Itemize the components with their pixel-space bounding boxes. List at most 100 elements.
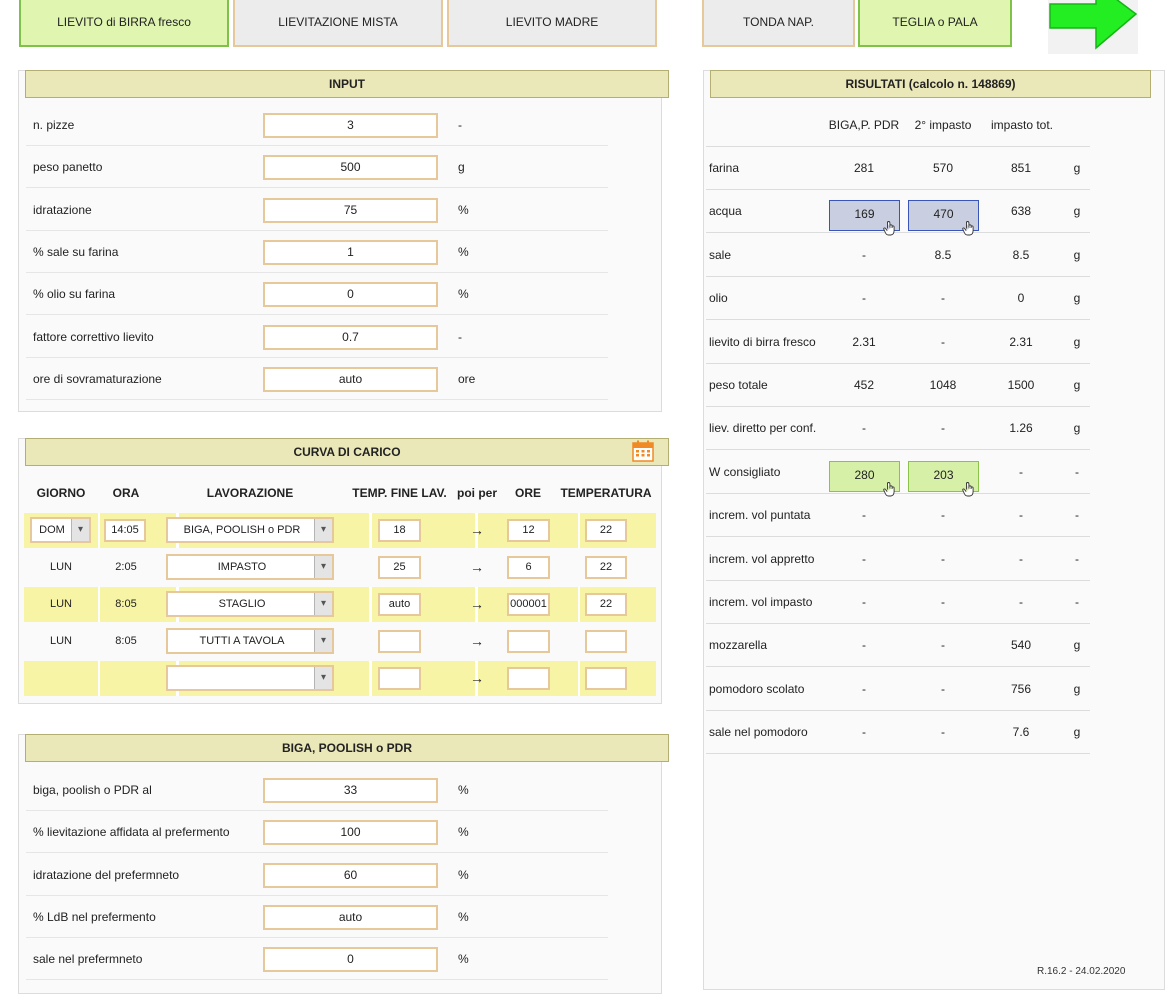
lavorazione-select[interactable]: ▾ xyxy=(166,665,334,691)
curva-row: DOM ▾ 14:05 BIGA, POOLISH o PDR ▾ 18 → 12 22 xyxy=(24,513,656,548)
result-row: increm. vol impasto - - - - xyxy=(706,581,1090,624)
result-biga-value: - xyxy=(862,551,866,566)
tab-label: TEGLIA o PALA xyxy=(892,14,978,29)
result-biga-value: - xyxy=(862,508,866,523)
result-secondo-value: 8.5 xyxy=(934,247,952,262)
column-gap xyxy=(98,661,100,696)
result-row: sale -8.5 8.5 g xyxy=(706,234,1090,277)
ore-input[interactable]: 6 xyxy=(507,556,550,579)
tab-label: LIEVITAZIONE MISTA xyxy=(278,14,398,29)
lavorazione-value: IMPASTO xyxy=(217,561,267,573)
ore-input[interactable]: 000001 xyxy=(507,593,550,616)
ora-text: 8:05 xyxy=(115,635,137,647)
arrow-right-icon: → xyxy=(470,670,484,686)
result-biga-value: - xyxy=(862,291,866,306)
input-row: ore di sovramaturazione auto ore xyxy=(26,358,608,400)
temperatura-input[interactable]: 22 xyxy=(585,519,627,542)
biga-row: % LdB nel prefermento auto% xyxy=(26,896,608,938)
unit-label: % xyxy=(458,244,469,259)
result-unit: g xyxy=(1073,161,1081,175)
results-col-biga: BIGA,P. PDR xyxy=(828,118,900,132)
value-input[interactable]: 33 xyxy=(263,778,438,803)
value-input[interactable]: 500 xyxy=(263,155,438,181)
result-biga-value: - xyxy=(862,247,866,262)
result-row: farina 281 570 851 g xyxy=(706,147,1090,190)
calendar-icon[interactable] xyxy=(632,440,654,462)
value-input[interactable]: 1 xyxy=(263,239,438,265)
curva-row: LUN 2:05 IMPASTO ▾ 25 → 6 22 xyxy=(24,550,656,585)
lavorazione-select[interactable]: STAGLIO ▾ xyxy=(166,591,334,617)
result-unit: g xyxy=(1073,681,1081,696)
temperatura-input[interactable]: 22 xyxy=(585,593,627,616)
biga-panel-title: BIGA, POOLISH o PDR xyxy=(25,734,669,762)
tab-lievitazione-mista[interactable]: LIEVITAZIONE MISTA xyxy=(233,0,443,47)
ore-input[interactable] xyxy=(507,630,550,653)
value-input[interactable]: 3 xyxy=(263,113,438,138)
value-input[interactable]: 60 xyxy=(263,862,438,888)
chevron-down-icon: ▾ xyxy=(314,519,332,541)
giorno-select[interactable]: DOM ▾ xyxy=(30,517,91,543)
temp-fine-input[interactable] xyxy=(378,667,421,690)
result-secondo-value: - xyxy=(941,334,945,349)
result-label: liev. diretto per conf. xyxy=(709,421,817,436)
result-label: acqua xyxy=(709,204,742,219)
temp-fine-input[interactable]: 18 xyxy=(378,519,421,542)
tab-teglia-o-pala[interactable]: TEGLIA o PALA xyxy=(858,0,1012,47)
results-header-row: BIGA,P. PDR 2° impasto impasto tot. xyxy=(706,104,1090,147)
input-row: % sale su farina 1% xyxy=(26,231,608,273)
lavorazione-select[interactable]: BIGA, POOLISH o PDR ▾ xyxy=(166,517,334,543)
result-secondo-value: - xyxy=(941,595,945,609)
value-input[interactable]: 100 xyxy=(263,820,438,846)
result-biga-value: - xyxy=(862,638,866,653)
lavorazione-value: STAGLIO xyxy=(218,598,266,610)
field-label: ore di sovramaturazione xyxy=(33,371,162,386)
tab-lievito-madre[interactable]: LIEVITO MADRE xyxy=(447,0,657,47)
field-label: % olio su farina xyxy=(33,287,116,302)
result-row: sale nel pomodoro - -7.6 g xyxy=(706,711,1090,755)
value-input[interactable]: 75 xyxy=(263,197,438,223)
lavorazione-select[interactable]: IMPASTO ▾ xyxy=(166,554,334,580)
panel-title-text: INPUT xyxy=(329,77,365,91)
temp-fine-input[interactable] xyxy=(378,630,421,653)
biga-row: biga, poolish o PDR al 33% xyxy=(26,769,608,811)
tab-lievito-birra-fresco[interactable]: LIEVITO di BIRRA fresco xyxy=(19,0,229,47)
input-row: n. pizze 3 - xyxy=(26,104,608,146)
column-gap xyxy=(369,661,372,696)
arrow-right-icon: → xyxy=(470,522,484,538)
temp-fine-input[interactable]: 25 xyxy=(378,556,421,579)
temp-fine-input[interactable]: auto xyxy=(378,593,421,616)
ore-input[interactable]: 12 xyxy=(507,519,550,542)
unit-label: % xyxy=(458,287,469,302)
result-row: mozzarella - -540 g xyxy=(706,624,1090,668)
ora-input[interactable]: 14:05 xyxy=(104,519,146,542)
value-input[interactable]: 0 xyxy=(263,947,438,973)
value-input[interactable]: 0.7 xyxy=(263,324,438,350)
tab-tonda-nap[interactable]: TONDA NAP. xyxy=(702,0,855,47)
next-arrow-button[interactable] xyxy=(1048,0,1138,54)
field-label: idratazione xyxy=(33,202,92,217)
result-secondo-value: - xyxy=(941,291,945,306)
curva-row: LUN 8:05 STAGLIO ▾ auto → 000001 22 xyxy=(24,587,656,622)
chevron-down-icon: ▾ xyxy=(314,630,332,652)
ore-input[interactable] xyxy=(507,667,550,690)
result-row: liev. diretto per conf. - -1.26 g xyxy=(706,407,1090,451)
value-input[interactable]: auto xyxy=(263,366,438,392)
results-col-secondo: 2° impasto xyxy=(914,118,972,132)
input-panel-title: INPUT xyxy=(25,70,669,98)
temperatura-input[interactable]: 22 xyxy=(585,556,627,579)
result-label: lievito di birra fresco xyxy=(709,334,816,349)
result-label: increm. vol appretto xyxy=(709,551,815,566)
chevron-down-icon: ▾ xyxy=(314,556,332,578)
value-input[interactable]: 0 xyxy=(263,282,438,308)
result-unit: - xyxy=(1075,464,1079,479)
value-input[interactable]: auto xyxy=(263,904,438,930)
field-label: % sale su farina xyxy=(33,244,119,259)
giorno-text: LUN xyxy=(49,635,72,647)
field-label: idratazione del prefermneto xyxy=(33,867,180,882)
lavorazione-select[interactable]: TUTTI A TAVOLA ▾ xyxy=(166,628,334,654)
col-header-lavorazione: LAVORAZIONE xyxy=(206,486,294,500)
temperatura-input[interactable] xyxy=(585,667,627,690)
arrow-right-icon: → xyxy=(470,559,484,575)
biga-row: idratazione del prefermneto 60% xyxy=(26,854,608,896)
temperatura-input[interactable] xyxy=(585,630,627,653)
